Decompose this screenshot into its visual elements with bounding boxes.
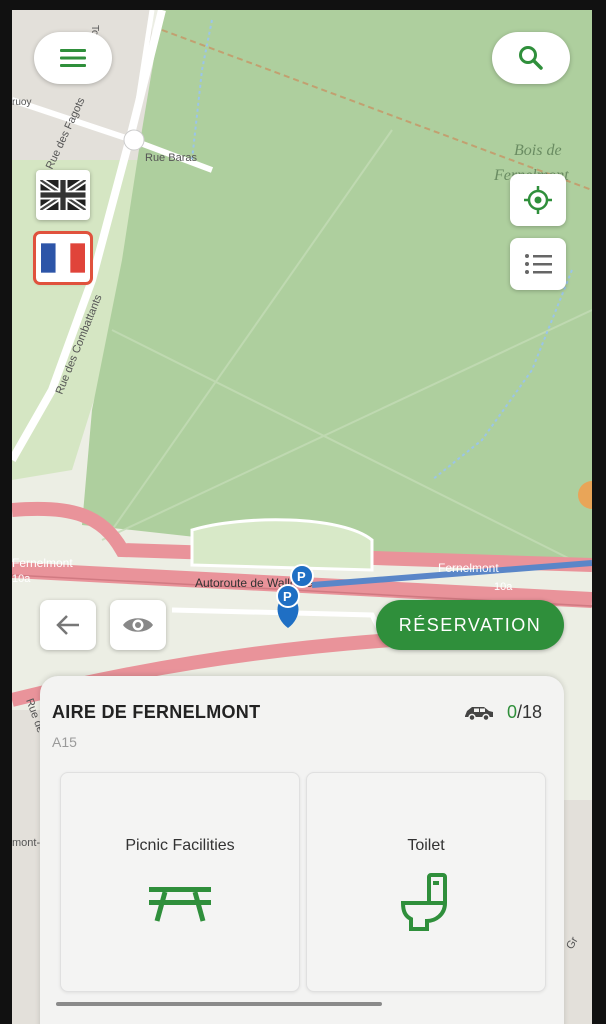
visibility-button[interactable] (110, 600, 166, 650)
list-icon (525, 254, 552, 274)
menu-button[interactable] (34, 32, 112, 84)
hamburger-icon (60, 49, 86, 67)
app-screen: Rue Baras Rue des Fagots Rue des Combatt… (12, 10, 592, 1024)
svg-text:P: P (297, 569, 306, 584)
uk-flag-icon (40, 180, 86, 210)
facility-label: Toilet (407, 837, 445, 854)
back-button[interactable] (40, 600, 96, 650)
map-label-rue-baras: Rue Baras (145, 152, 197, 164)
rest-area-road: A15 (52, 734, 77, 750)
reservation-button[interactable]: RÉSERVATION (376, 600, 564, 650)
language-en-button[interactable] (36, 170, 90, 220)
facility-card[interactable]: Picnic Facilities (60, 772, 300, 992)
search-icon (519, 46, 543, 70)
list-view-button[interactable] (510, 238, 566, 290)
horizontal-scrollbar[interactable] (56, 1002, 382, 1006)
map-label-exit-left: 10a (12, 573, 31, 585)
picnic-table-icon (149, 887, 211, 922)
map-label-bois: Bois de (514, 142, 562, 159)
facility-card[interactable]: Toilet (306, 772, 546, 992)
svg-text:P: P (283, 589, 292, 604)
rest-area-name: AIRE DE FERNELMONT (52, 702, 261, 722)
eye-icon (123, 618, 153, 632)
france-flag-icon (41, 243, 85, 273)
crosshair-icon (524, 186, 552, 214)
language-fr-button[interactable] (33, 231, 93, 285)
parking-capacity: 0/18 (463, 702, 542, 723)
car-icon (464, 706, 493, 721)
search-button[interactable] (492, 32, 570, 84)
map-label-fernelmont-left: Fernelmont (12, 556, 73, 570)
map-label-exit-right: 10a (494, 581, 513, 593)
rest-area-panel: AIRE DE FERNELMONT A15 0/18 Picnic Facil… (40, 676, 564, 1024)
toilet-icon (400, 873, 448, 931)
locate-button[interactable] (510, 174, 566, 226)
map-label-ruoy: ruoy (12, 97, 31, 108)
capacity-total: /18 (516, 702, 542, 722)
map-label-fernelmont-right: Fernelmont (438, 561, 499, 575)
arrow-left-icon (56, 615, 79, 635)
capacity-used: 0 (506, 702, 517, 722)
parking-marker[interactable]: P (290, 564, 314, 588)
facility-label: Picnic Facilities (125, 837, 235, 854)
